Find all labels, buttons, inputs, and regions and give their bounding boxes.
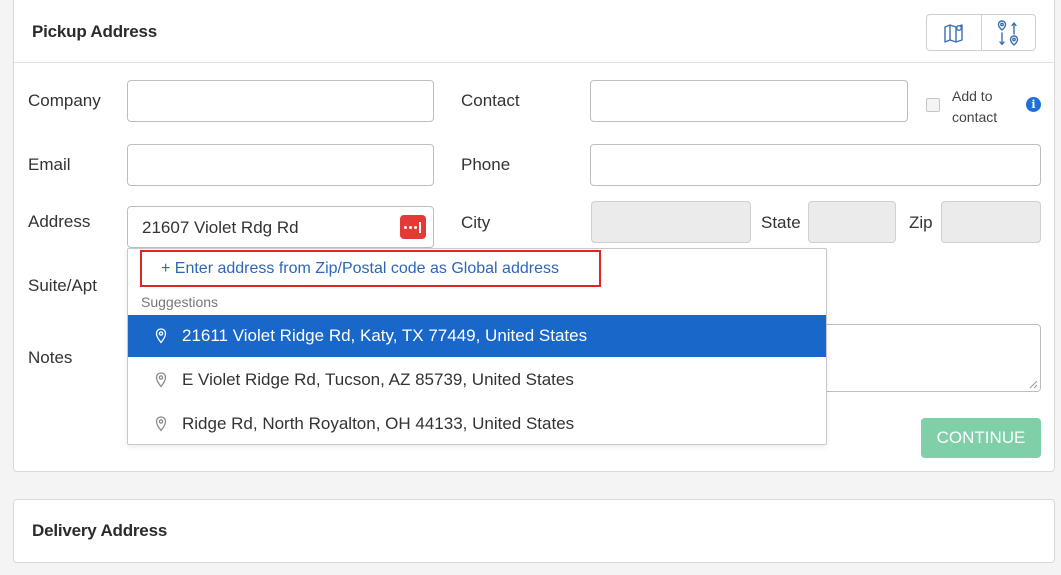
suggestion-item[interactable]: Ridge Rd, North Royalton, OH 44133, Unit… [128, 403, 826, 445]
resize-grip-icon[interactable] [1029, 380, 1038, 389]
company-label: Company [28, 91, 101, 110]
suggestion-item[interactable]: E Violet Ridge Rd, Tucson, AZ 85739, Uni… [128, 359, 826, 401]
email-label: Email [28, 155, 71, 174]
contact-label: Contact [461, 91, 520, 110]
suggestion-label: 21611 Violet Ridge Rd, Katy, TX 77449, U… [182, 326, 588, 345]
delivery-address-card[interactable]: Delivery Address [13, 499, 1055, 563]
state-label: State [761, 213, 801, 232]
city-field[interactable] [591, 201, 751, 243]
contact-field[interactable] [590, 80, 908, 122]
suggestion-item[interactable]: 21611 Violet Ridge Rd, Katy, TX 77449, U… [128, 315, 826, 357]
map-pin-icon [155, 372, 167, 388]
notes-textarea[interactable] [826, 324, 1041, 392]
notes-label: Notes [28, 348, 73, 367]
header-divider [14, 62, 1054, 63]
address-field[interactable]: 21607 Violet Rdg Rd [127, 206, 434, 248]
global-address-link[interactable]: + Enter address from Zip/Postal code as … [140, 250, 601, 287]
address-autocomplete-dropdown: + Enter address from Zip/Postal code as … [127, 248, 827, 445]
route-swap-button[interactable] [980, 15, 1036, 50]
phone-label: Phone [461, 155, 511, 174]
zip-field[interactable] [941, 201, 1041, 243]
suggestions-header: Suggestions [141, 294, 219, 310]
route-swap-icon [998, 19, 1019, 46]
map-pin-icon [155, 416, 167, 432]
email-field[interactable] [127, 144, 434, 186]
map-view-button[interactable] [927, 15, 981, 50]
add-to-contact-label: Add to contact [952, 88, 998, 125]
zip-label: Zip [909, 213, 933, 232]
continue-button[interactable]: CONTINUE [921, 418, 1041, 458]
address-value: 21607 Violet Rdg Rd [142, 218, 299, 237]
address-label: Address [28, 212, 91, 231]
header-button-group [926, 14, 1036, 51]
city-label: City [461, 213, 491, 232]
state-field[interactable] [808, 201, 896, 243]
map-pin-icon [155, 328, 167, 344]
suggestion-label: E Violet Ridge Rd, Tucson, AZ 85739, Uni… [182, 370, 574, 389]
suggestion-label: Ridge Rd, North Royalton, OH 44133, Unit… [182, 414, 575, 433]
suite-apt-label: Suite/Apt [28, 276, 97, 295]
password-manager-icon[interactable] [400, 215, 426, 239]
map-icon [944, 23, 963, 43]
info-icon[interactable]: i [1026, 97, 1041, 112]
add-to-contact-checkbox[interactable] [926, 98, 940, 112]
pickup-address-title: Pickup Address [32, 22, 158, 41]
phone-field[interactable] [590, 144, 1041, 186]
company-field[interactable] [127, 80, 434, 122]
delivery-address-title: Delivery Address [32, 521, 168, 540]
